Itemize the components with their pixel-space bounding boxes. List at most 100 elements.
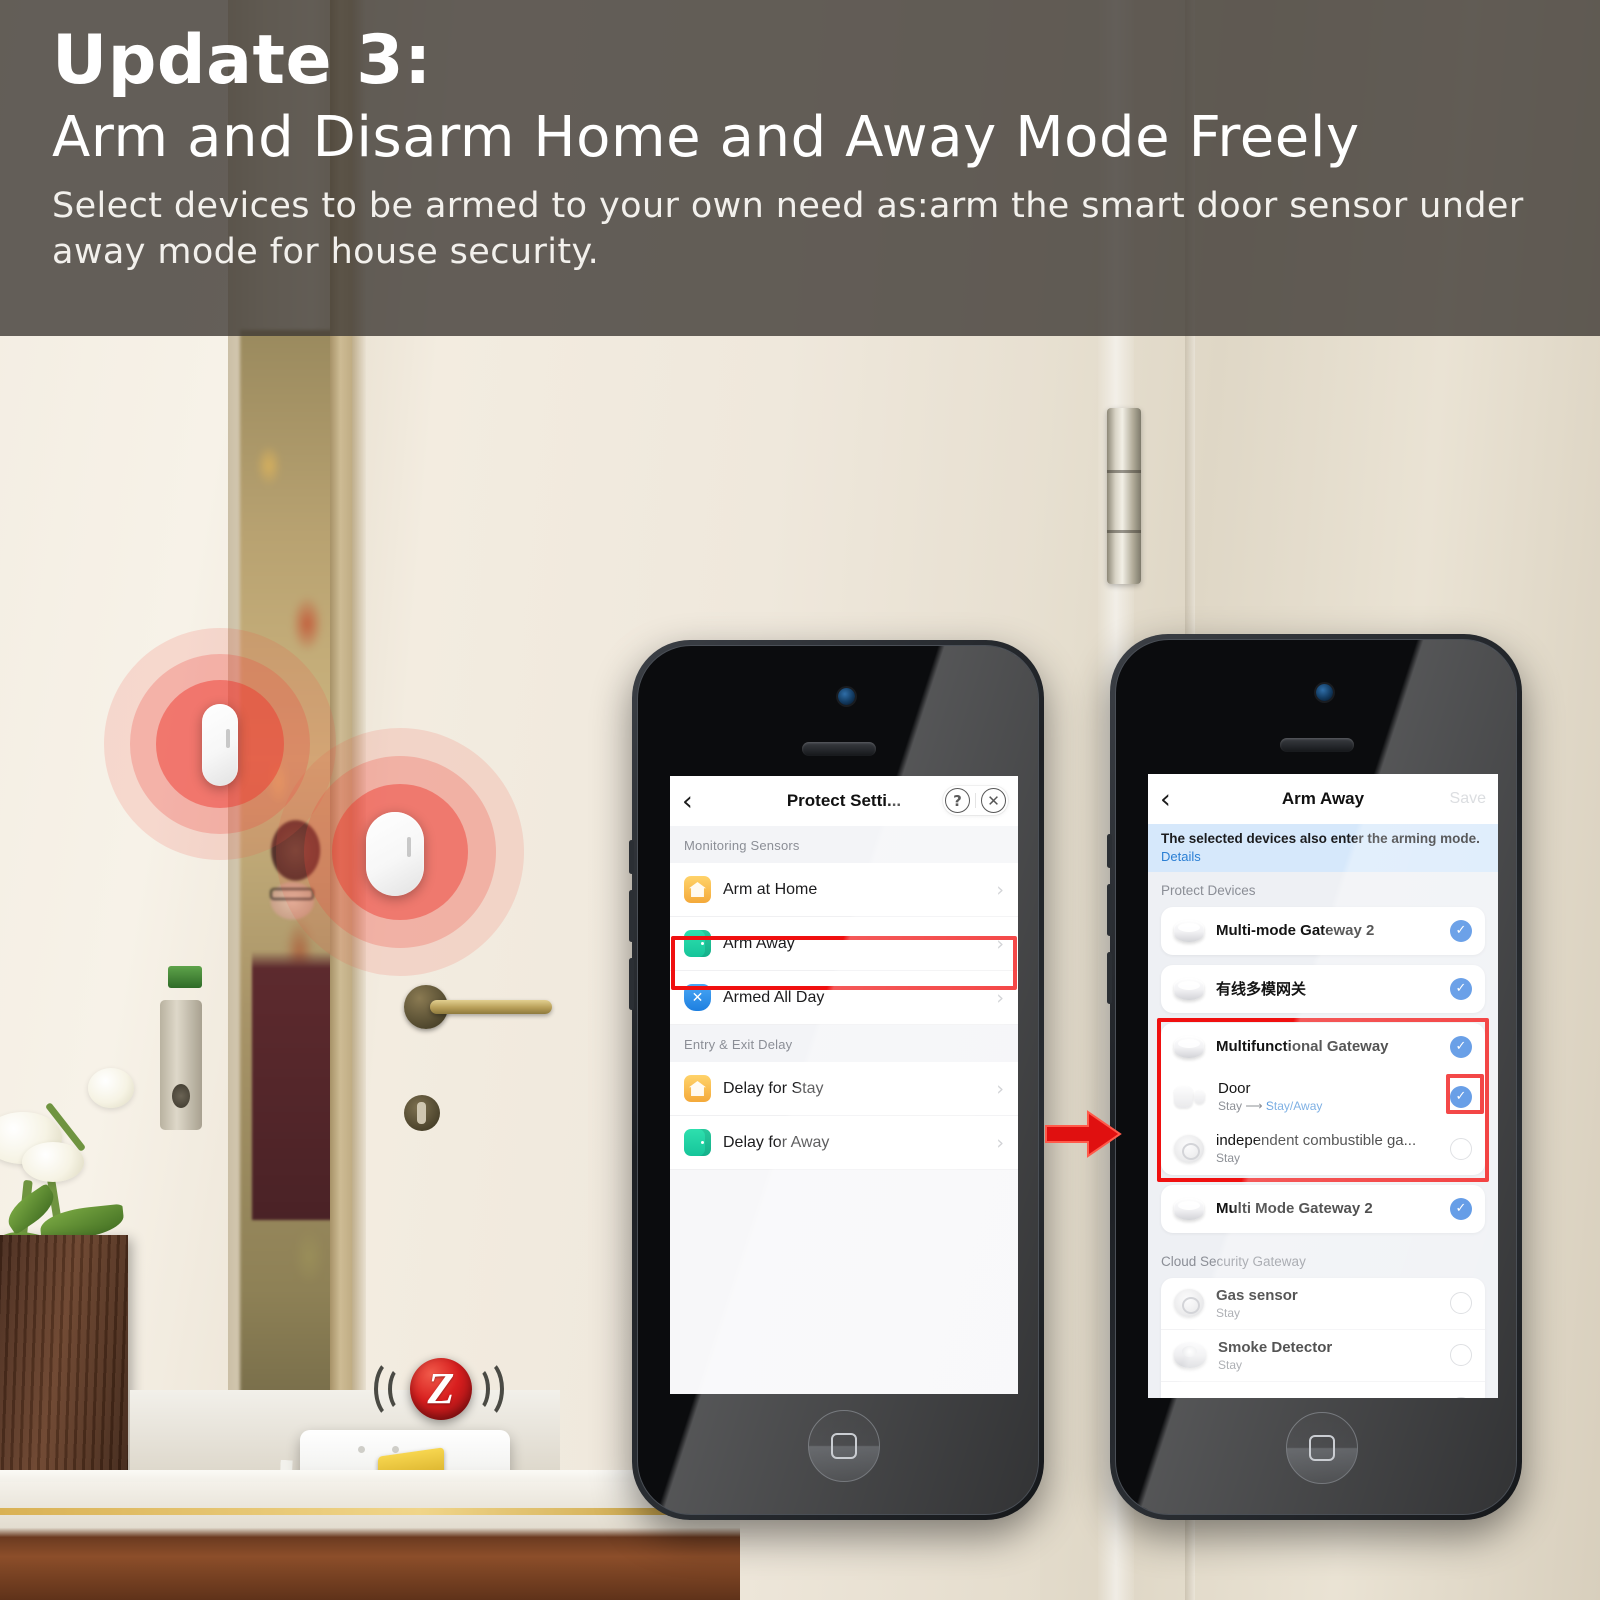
- gas-detector-icon: [1174, 1289, 1204, 1318]
- checkbox-unchecked-icon[interactable]: [1450, 1344, 1472, 1367]
- device-card: 有线多模网关 ✓: [1161, 964, 1485, 1013]
- device-name: Gas sensor: [1216, 1286, 1298, 1304]
- home-square-icon: [831, 1433, 857, 1459]
- device-row-gas-sensor[interactable]: Gas sensor Stay: [1161, 1278, 1485, 1330]
- promo-banner: Update 3: Arm and Disarm Home and Away M…: [0, 0, 1600, 336]
- volume-up-button[interactable]: [1107, 834, 1112, 868]
- wooden-planter: [0, 1235, 128, 1510]
- door-handle: [430, 1000, 552, 1014]
- chevron-right-icon: ›: [996, 986, 1004, 1009]
- checkbox-checked-icon[interactable]: ✓: [1450, 1085, 1472, 1108]
- door-lock-plate: [160, 1000, 202, 1130]
- list-item-armed-all-day[interactable]: Armed All Day ›: [670, 971, 1018, 1025]
- mute-switch[interactable]: [1107, 952, 1112, 1004]
- device-mode: Stay: [1216, 1151, 1241, 1166]
- front-camera-icon: [1316, 684, 1333, 701]
- door-sensor-icon: [1174, 1395, 1206, 1398]
- device-row-multi-mode-gateway-2-b[interactable]: Multi Mode Gateway 2 ✓: [1161, 1185, 1485, 1233]
- hinge-seam: [1107, 470, 1141, 473]
- device-row-door-sensor[interactable]: Door Sensor: [1161, 1382, 1485, 1398]
- device-row-multi-mode-gateway-2[interactable]: Multi-mode Gateway 2 ✓: [1161, 907, 1485, 955]
- volume-down-button[interactable]: [629, 890, 634, 942]
- page-title: Arm Away: [1281, 789, 1365, 808]
- zigbee-logo-icon: Z: [410, 1358, 472, 1420]
- section-header-entry-exit-delay: Entry & Exit Delay: [670, 1025, 1018, 1062]
- help-icon[interactable]: ?: [945, 788, 970, 813]
- device-card: Gas sensor Stay Smoke Detector Stay: [1161, 1277, 1485, 1398]
- list-item-arm-away[interactable]: Arm Away ›: [670, 917, 1018, 971]
- gateway-puck-icon: [1174, 977, 1204, 1000]
- home-button[interactable]: [808, 1410, 880, 1482]
- hinge-seam: [1107, 530, 1141, 533]
- divider: [975, 793, 976, 808]
- earpiece-speaker: [802, 742, 876, 756]
- front-camera-icon: [838, 688, 855, 705]
- orchid-flower: [88, 1068, 134, 1108]
- mute-switch[interactable]: [629, 958, 634, 1010]
- door-icon: [684, 1129, 711, 1156]
- list-item-arm-at-home[interactable]: Arm at Home ›: [670, 863, 1018, 917]
- volume-up-button[interactable]: [629, 840, 634, 874]
- home-icon: [684, 876, 711, 903]
- gateway-puck-icon: [1174, 1035, 1204, 1058]
- device-name: Smoke Detector: [1218, 1338, 1333, 1356]
- shield-x-icon: [684, 984, 711, 1011]
- gateway-puck-icon: [1174, 919, 1204, 942]
- banner-subtitle: Select devices to be armed to your own n…: [52, 186, 1524, 272]
- volume-down-button[interactable]: [1107, 884, 1112, 936]
- list-item-delay-for-stay[interactable]: Delay for Stay ›: [670, 1062, 1018, 1116]
- app-screen-right: ‹ Arm Away Save The selected devices als…: [1148, 774, 1498, 1398]
- chevron-right-icon: ›: [996, 878, 1004, 901]
- chevron-right-icon: ›: [996, 932, 1004, 955]
- smoke-detector-icon: [1174, 1342, 1206, 1369]
- lock-indicator: [168, 966, 202, 988]
- gateway-puck-icon: [1174, 1197, 1204, 1220]
- chevron-right-icon: ›: [996, 1077, 1004, 1100]
- door-sensor-icon: [1174, 1084, 1206, 1110]
- device-row-wired-multimode-gateway[interactable]: 有线多模网关 ✓: [1161, 965, 1485, 1013]
- list-item-label: Arm Away: [723, 934, 795, 952]
- device-name: Multi Mode Gateway 2: [1216, 1200, 1373, 1218]
- device-row-door[interactable]: Door Stay ⟶ Stay/Away ✓: [1161, 1071, 1485, 1123]
- group-header-protect-devices: Protect Devices: [1148, 871, 1498, 907]
- device-card: Multi-mode Gateway 2 ✓: [1161, 906, 1485, 955]
- app-screen-left: ‹ Protect Setti... ? ✕ Monitoring Sensor…: [670, 776, 1018, 1394]
- checkbox-checked-icon[interactable]: ✓: [1450, 1035, 1472, 1058]
- list-item-label: Arm at Home: [723, 880, 818, 898]
- home-button[interactable]: [1286, 1412, 1358, 1484]
- details-link[interactable]: Details: [1161, 849, 1485, 864]
- zigbee-letter: Z: [427, 1364, 455, 1413]
- info-notice: The selected devices also enter the armi…: [1148, 824, 1498, 872]
- checkbox-unchecked-icon[interactable]: [1450, 1292, 1472, 1315]
- gas-detector-icon: [1174, 1134, 1204, 1163]
- notice-text: The selected devices also enter the armi…: [1161, 831, 1480, 846]
- list-item-label: Armed All Day: [723, 988, 825, 1006]
- close-icon[interactable]: ✕: [981, 788, 1006, 813]
- device-mode-transition: Stay ⟶ Stay/Away: [1218, 1099, 1322, 1113]
- device-name: Door: [1218, 1080, 1251, 1098]
- device-name: 有线多模网关: [1216, 981, 1307, 999]
- nav-actions-pill: ? ✕: [943, 786, 1008, 815]
- device-row-multifunctional-gateway[interactable]: Multifunctional Gateway ✓: [1161, 1023, 1485, 1071]
- device-row-combustible-gas[interactable]: independent combustible ga... Stay: [1161, 1123, 1485, 1175]
- checkbox-unchecked-icon[interactable]: [1450, 1396, 1472, 1398]
- list-item-delay-for-away[interactable]: Delay for Away ›: [670, 1116, 1018, 1170]
- checkbox-checked-icon[interactable]: ✓: [1450, 977, 1472, 1000]
- mode-to: Stay/Away: [1265, 1099, 1323, 1114]
- save-button[interactable]: Save: [1450, 790, 1486, 808]
- device-card: Multi Mode Gateway 2 ✓: [1161, 1184, 1485, 1233]
- door-keyhole: [404, 1095, 440, 1131]
- checkbox-checked-icon[interactable]: ✓: [1450, 1197, 1472, 1220]
- navigation-bar-left: ‹ Protect Setti... ? ✕: [670, 776, 1018, 826]
- checkbox-checked-icon[interactable]: ✓: [1450, 919, 1472, 942]
- door-hinge: [1107, 408, 1141, 584]
- device-name: independent combustible ga...: [1216, 1132, 1417, 1150]
- device-mode: Stay: [1218, 1357, 1243, 1372]
- group-header-cloud-security-gateway: Cloud Security Gateway: [1148, 1242, 1498, 1278]
- chevron-right-icon: ›: [996, 1131, 1004, 1154]
- banner-eyebrow: Update 3:: [52, 21, 432, 100]
- checkbox-unchecked-icon[interactable]: [1450, 1137, 1472, 1160]
- phone-mockup-left: ‹ Protect Setti... ? ✕ Monitoring Sensor…: [629, 640, 1044, 1520]
- navigation-bar-right: ‹ Arm Away Save: [1148, 774, 1498, 824]
- device-row-smoke-detector[interactable]: Smoke Detector Stay: [1161, 1330, 1485, 1382]
